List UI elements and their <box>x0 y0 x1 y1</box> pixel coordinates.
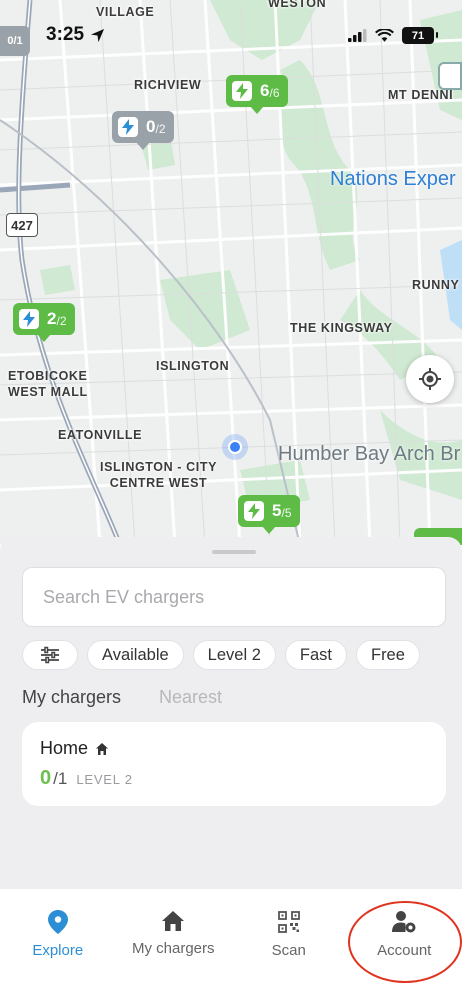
bolt-icon <box>244 501 264 521</box>
charger-pin[interactable]: 0/2 <box>112 111 174 150</box>
map-poi-nations-experience[interactable]: Nations Exper <box>330 168 456 191</box>
charger-available-count: 0 <box>40 767 52 789</box>
filter-settings-chip[interactable] <box>22 640 78 670</box>
map-label-weston: WESTON <box>268 0 327 10</box>
home-icon <box>96 742 109 755</box>
charger-card-home[interactable]: Home 0 /1 LEVEL 2 <box>22 722 446 806</box>
map-label-richview: RICHVIEW <box>134 78 202 92</box>
crosshair-icon <box>419 368 441 390</box>
pin-available-count: 5 <box>272 501 282 520</box>
filter-chip-free[interactable]: Free <box>355 640 420 670</box>
status-bar-time: 3:25 <box>46 24 105 46</box>
location-arrow-icon <box>90 28 105 42</box>
segment-nearest[interactable]: Nearest <box>159 687 222 708</box>
charger-total-count: /1 <box>53 769 68 788</box>
battery-icon: 71 <box>402 27 438 44</box>
filter-chips: Available Level 2 Fast Free <box>22 640 420 670</box>
sheet-grabber-handle[interactable] <box>212 550 256 554</box>
map-poi-humber-bay-arch-bridge[interactable]: Humber Bay Arch Br <box>278 443 460 466</box>
map-label-etobicoke-west-mall: ETOBICOKE WEST MALL <box>8 369 88 399</box>
bolt-icon <box>19 309 39 329</box>
tab-label: Account <box>377 942 432 959</box>
search-ev-chargers-input[interactable] <box>22 567 446 627</box>
tab-label: Explore <box>32 942 84 959</box>
tab-my-chargers[interactable]: My chargers <box>116 889 232 984</box>
tab-label: Scan <box>271 942 306 959</box>
battery-level: 71 <box>411 29 425 42</box>
filter-chip-level-2[interactable]: Level 2 <box>192 640 276 670</box>
map-label-islington: ISLINGTON <box>156 359 230 373</box>
map-label-runny: RUNNY <box>412 278 460 292</box>
charger-list-segments: My chargers Nearest <box>22 687 222 708</box>
bolt-icon <box>232 81 252 101</box>
bolt-icon <box>118 117 138 137</box>
highway-427-shield: 427 <box>6 213 38 237</box>
bottom-sheet[interactable]: Available Level 2 Fast Free My chargers … <box>0 537 462 889</box>
map-view[interactable]: 427 VILLAGE WESTON RICHVIEW MT DENNI RUN… <box>0 0 462 545</box>
map-label-village: VILLAGE <box>96 5 155 19</box>
tab-explore[interactable]: Explore <box>0 889 116 984</box>
pin-total-count: 6 <box>272 86 280 100</box>
map-label-mt-dennis: MT DENNI <box>388 88 454 102</box>
user-location-dot <box>222 434 248 460</box>
tab-scan[interactable]: Scan <box>231 889 347 984</box>
status-time-text: 3:25 <box>46 24 85 45</box>
map-label-the-kingsway: THE KINGSWAY <box>290 321 393 335</box>
bottom-tab-bar: Explore My chargers Scan Account <box>0 889 462 984</box>
charger-pin[interactable]: 2/2 <box>13 303 75 342</box>
map-pin-icon <box>47 910 68 934</box>
pin-total-count: 2 <box>59 314 67 328</box>
cellular-signal-icon <box>348 29 367 42</box>
pin-total-count: 2 <box>158 122 166 136</box>
status-bar-icons: 71 <box>348 27 438 44</box>
home-icon <box>162 911 185 931</box>
charger-pin[interactable]: 5/5 <box>238 495 300 534</box>
map-label-eatonville: EATONVILLE <box>58 428 143 442</box>
locate-me-button[interactable] <box>406 355 454 403</box>
wifi-icon <box>375 28 394 42</box>
pin-available-count: 2 <box>47 309 57 328</box>
sliders-icon <box>41 646 59 664</box>
account-gear-icon <box>392 911 416 933</box>
pin-total-count: 5 <box>284 506 292 520</box>
tab-account[interactable]: Account <box>347 889 462 984</box>
pin-available-count: 0 <box>146 117 156 136</box>
charger-level: LEVEL 2 <box>76 772 133 787</box>
segment-my-chargers[interactable]: My chargers <box>22 687 121 708</box>
pin-available-count: 6 <box>260 81 270 100</box>
charger-pin-edge[interactable]: 0/1 <box>0 26 30 56</box>
tab-label: My chargers <box>131 940 215 957</box>
filter-chip-fast[interactable]: Fast <box>284 640 347 670</box>
charger-pin-edge-right[interactable] <box>438 62 462 90</box>
charger-pin[interactable]: 6/6 <box>226 75 288 114</box>
qr-code-icon <box>277 911 300 933</box>
map-label-islington-city-centre-west: ISLINGTON - CITY CENTRE WEST <box>100 460 218 490</box>
filter-chip-available[interactable]: Available <box>87 640 184 670</box>
charger-name: Home <box>40 738 89 758</box>
